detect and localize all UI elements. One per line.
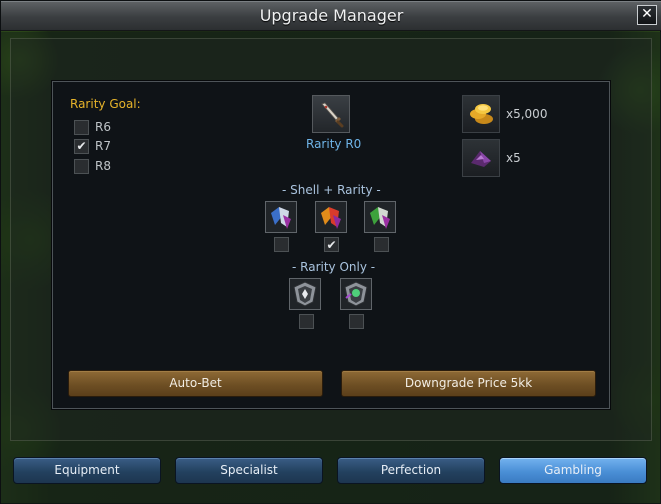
shell-scroll-2-checkbox[interactable]: ✔ <box>324 237 339 252</box>
purple-gem-icon <box>471 151 491 167</box>
shell-rarity-label: - Shell + Rarity - <box>282 183 381 197</box>
r7-label: R7 <box>95 139 111 153</box>
gem-cost-slot <box>462 139 500 177</box>
close-button[interactable]: ✕ <box>637 5 657 25</box>
window-title: Upgrade Manager <box>259 6 404 25</box>
downgrade-price-button[interactable]: Downgrade Price 5kk <box>341 370 596 397</box>
close-icon: ✕ <box>641 6 653 22</box>
r8-label: R8 <box>95 159 111 173</box>
rarity-amulet-slot-2[interactable] <box>340 278 372 310</box>
rarity-goal-label: Rarity Goal: <box>70 97 141 111</box>
tab-perfection[interactable]: Perfection <box>337 457 485 484</box>
r7-checkbox[interactable]: ✔ <box>74 138 89 154</box>
gold-cost-amount: x5,000 <box>506 107 548 121</box>
red-scroll-icon <box>321 207 341 229</box>
shell-scroll-slot-3[interactable] <box>364 201 396 233</box>
rarity-amulet-slot-1[interactable] <box>289 278 321 310</box>
tab-equipment[interactable]: Equipment <box>13 457 161 484</box>
blue-scroll-icon <box>271 207 291 229</box>
rarity-amulet-1-checkbox[interactable] <box>299 314 314 329</box>
green-shield-icon <box>344 281 368 307</box>
rarity-goal-r6[interactable]: R6 <box>74 119 111 135</box>
item-slot[interactable] <box>312 95 350 133</box>
tab-gambling[interactable]: Gambling <box>499 457 647 484</box>
green-scroll-icon <box>370 207 390 229</box>
shell-scroll-slot-1[interactable] <box>265 201 297 233</box>
title-bar[interactable]: Upgrade Manager ✕ <box>1 1 661 31</box>
upgrade-manager-window: Upgrade Manager ✕ Rarity Goal: R6 ✔ R7 R… <box>0 0 661 504</box>
rarity-amulet-2-checkbox[interactable] <box>349 314 364 329</box>
tab-specialist[interactable]: Specialist <box>175 457 323 484</box>
upgrade-panel: Rarity Goal: R6 ✔ R7 R8 Rarity R0 x5,000… <box>52 81 610 409</box>
auto-bet-button[interactable]: Auto-Bet <box>68 370 323 397</box>
rarity-goal-r7[interactable]: ✔ R7 <box>74 138 111 154</box>
shell-scroll-1-checkbox[interactable] <box>274 237 289 252</box>
item-rarity-label: Rarity R0 <box>306 137 362 151</box>
shell-scroll-3-checkbox[interactable] <box>374 237 389 252</box>
gem-cost-amount: x5 <box>506 151 521 165</box>
gold-cost-slot <box>462 95 500 133</box>
r6-checkbox[interactable] <box>74 119 89 135</box>
r8-checkbox[interactable] <box>74 158 89 174</box>
rarity-goal-r8[interactable]: R8 <box>74 158 111 174</box>
sword-icon <box>321 102 344 128</box>
rarity-only-label: - Rarity Only - <box>292 260 376 274</box>
r6-label: R6 <box>95 120 111 134</box>
gold-coins-icon <box>470 104 493 124</box>
white-shield-icon <box>293 281 317 307</box>
shell-scroll-slot-2[interactable] <box>315 201 347 233</box>
